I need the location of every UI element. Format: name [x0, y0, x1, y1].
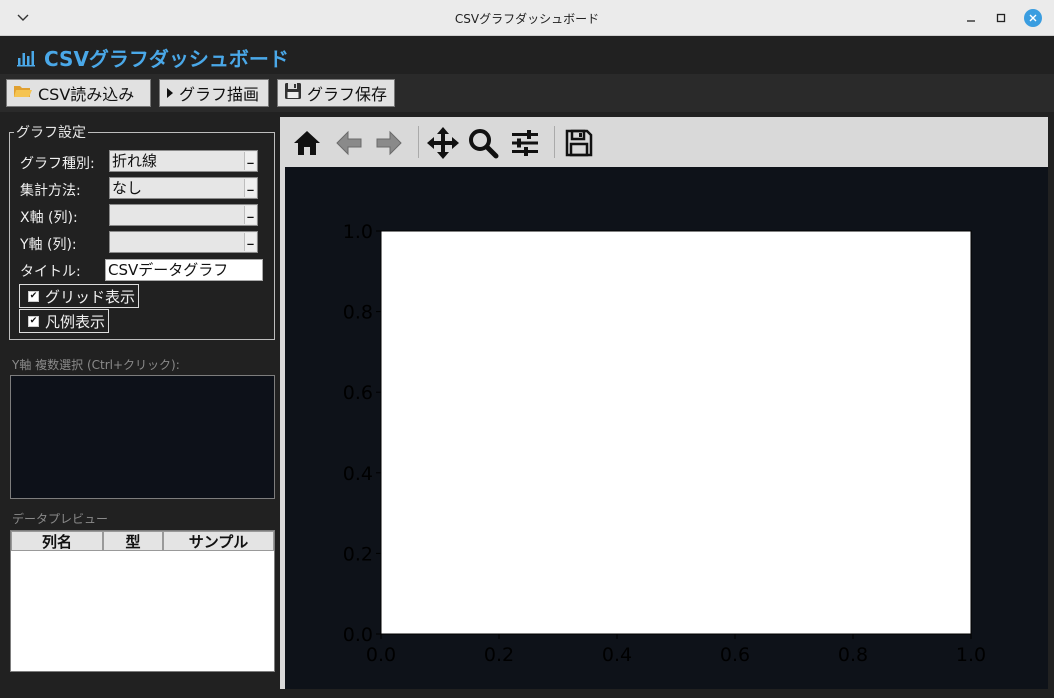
title-input[interactable]: CSVデータグラフ: [105, 259, 263, 281]
app-window: CSVグラフダッシュボード CSV読み込み グラフ描画 グラフ保存 グラフ設定 …: [0, 36, 1054, 698]
toolbar-separator: [418, 126, 419, 158]
x-tick-label: 0.4: [602, 644, 632, 666]
y-tick-label: 0.4: [343, 463, 373, 485]
graph-type-label: グラフ種別:: [20, 156, 95, 172]
dropdown-arrow-icon[interactable]: ▁: [244, 206, 256, 224]
save-graph-button[interactable]: グラフ保存: [277, 79, 395, 107]
grid-checkbox-label: グリッド表示: [45, 287, 136, 306]
draw-graph-label: グラフ描画: [179, 85, 260, 104]
save-graph-label: グラフ保存: [307, 85, 388, 104]
app-title: CSVグラフダッシュボード: [16, 43, 289, 72]
draw-graph-button[interactable]: グラフ描画: [159, 79, 269, 107]
floppy-disk-icon: [284, 82, 302, 104]
title-label: タイトル:: [20, 264, 81, 280]
column-header-name[interactable]: 列名: [11, 531, 103, 551]
window-title: CSVグラフダッシュボード: [454, 12, 600, 26]
zoom-icon[interactable]: [466, 126, 500, 160]
column-header-sample[interactable]: サンプル: [163, 531, 274, 551]
x-axis-select[interactable]: ▁: [109, 204, 258, 226]
graph-type-value: 折れ線: [112, 152, 158, 170]
dropdown-arrow-icon[interactable]: ▁: [244, 179, 256, 197]
y-multi-select-label: Y軸 複数選択 (Ctrl+クリック):: [12, 358, 180, 372]
x-tick-label: 1.0: [956, 644, 986, 666]
y-axis-label: Y軸 (列):: [20, 237, 77, 253]
graph-type-select[interactable]: 折れ線 ▁: [109, 150, 258, 172]
chart-svg[interactable]: 0.0 0.2 0.4 0.6 0.8 1.0 0.0 0.2 0.4 0.6 0.8 1.0: [285, 167, 1048, 689]
graph-settings-legend: グラフ設定: [14, 122, 88, 142]
legend-checkbox[interactable]: ✔ 凡例表示: [19, 309, 110, 333]
window-titlebar: CSVグラフダッシュボード: [0, 0, 1054, 36]
bar-chart-icon: [16, 49, 36, 67]
pan-icon[interactable]: [426, 126, 460, 160]
y-multi-select-list[interactable]: [10, 375, 275, 499]
y-tick-label: 0.2: [343, 543, 373, 565]
checkmark-icon[interactable]: ✔: [28, 290, 39, 302]
x-tick-label: 0.2: [484, 644, 514, 666]
y-tick-label: 0.8: [343, 302, 373, 324]
y-tick-label: 1.0: [343, 221, 373, 243]
minimize-icon[interactable]: [962, 9, 980, 27]
play-triangle-icon: [166, 84, 174, 103]
folder-open-icon: [13, 83, 33, 103]
open-csv-label: CSV読み込み: [38, 85, 135, 104]
back-arrow-icon[interactable]: [332, 126, 366, 160]
data-preview-table[interactable]: 列名 型 サンプル: [10, 530, 275, 672]
y-tick-label: 0.0: [343, 624, 373, 646]
toolbar-separator: [554, 126, 555, 158]
app-title-text: CSVグラフダッシュボード: [44, 47, 289, 71]
data-preview-label: データプレビュー: [12, 512, 109, 526]
x-tick-label: 0.6: [720, 644, 750, 666]
axes-area: [380, 230, 972, 635]
y-tick-label: 0.6: [343, 382, 373, 404]
home-icon[interactable]: [290, 126, 324, 160]
table-header: 列名 型 サンプル: [11, 531, 274, 551]
forward-arrow-icon[interactable]: [372, 126, 406, 160]
x-tick-label: 0.8: [838, 644, 868, 666]
aggregate-value: なし: [112, 179, 143, 197]
dropdown-arrow-icon[interactable]: ▁: [244, 152, 256, 170]
aggregate-label: 集計方法:: [20, 183, 81, 199]
column-header-type[interactable]: 型: [103, 531, 163, 551]
legend-checkbox-label: 凡例表示: [45, 312, 106, 331]
x-tick-label: 0.0: [366, 644, 396, 666]
x-axis-label: X軸 (列):: [20, 210, 78, 226]
aggregate-select[interactable]: なし ▁: [109, 177, 258, 199]
maximize-icon[interactable]: [992, 9, 1010, 27]
dropdown-arrow-icon[interactable]: ▁: [244, 233, 256, 251]
configure-subplots-icon[interactable]: [508, 126, 542, 160]
close-icon[interactable]: [1024, 9, 1042, 27]
main-toolbar: CSV読み込み グラフ描画 グラフ保存: [0, 74, 1054, 112]
save-figure-icon[interactable]: [562, 126, 596, 160]
grid-checkbox[interactable]: ✔ グリッド表示: [19, 284, 140, 308]
plot-toolbar: [280, 117, 1048, 167]
plot-panel: 0.0 0.2 0.4 0.6 0.8 1.0 0.0 0.2 0.4 0.6 0.8 1.0: [280, 117, 1048, 689]
app-header: CSVグラフダッシュボード: [0, 36, 1054, 74]
y-axis-select[interactable]: ▁: [109, 231, 258, 253]
open-csv-button[interactable]: CSV読み込み: [6, 79, 151, 107]
checkmark-icon[interactable]: ✔: [28, 315, 39, 327]
plot-canvas[interactable]: 0.0 0.2 0.4 0.6 0.8 1.0 0.0 0.2 0.4 0.6 0.8 1.0: [285, 167, 1048, 689]
